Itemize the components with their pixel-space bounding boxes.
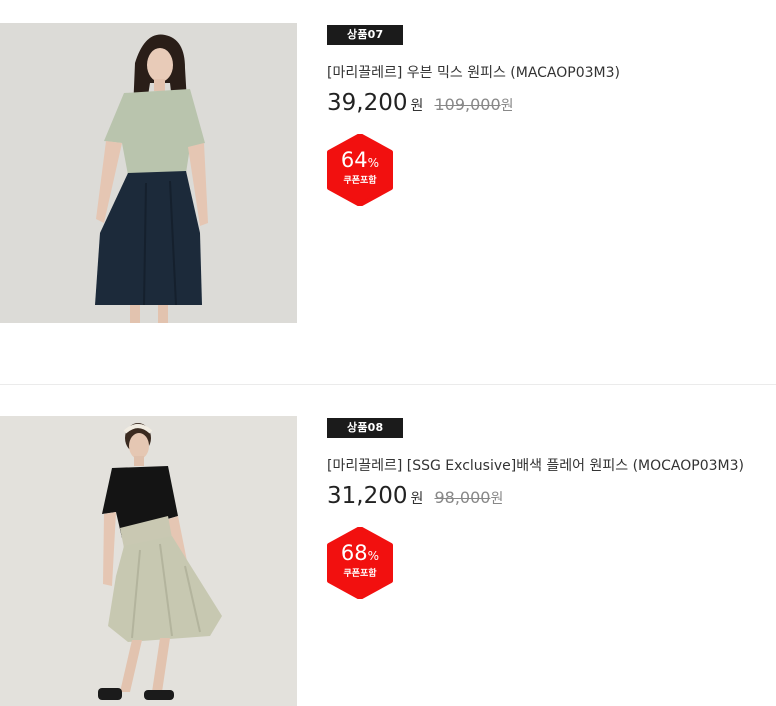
product-card: 상품07 [마리끌레르] 우븐 믹스 원피스 (MACAOP03M3) 39,2… (0, 0, 776, 384)
original-price-currency: 원 (500, 98, 514, 114)
product-title-link[interactable]: [마리끌레르] 우븐 믹스 원피스 (MACAOP03M3) (327, 62, 757, 84)
product-list: 상품07 [마리끌레르] 우븐 믹스 원피스 (MACAOP03M3) 39,2… (0, 0, 776, 706)
discount-value: 64 (340, 148, 368, 172)
product-card: 상품08 [마리끌레르] [SSG Exclusive]배색 플레어 원피스 (… (0, 385, 776, 706)
discount-rate: 64% (327, 148, 393, 175)
product-info: 상품07 [마리끌레르] 우븐 믹스 원피스 (MACAOP03M3) 39,2… (327, 23, 757, 206)
price-row: 31,200 원 98,000원 (327, 483, 757, 513)
sale-price: 31,200 (327, 483, 408, 509)
product-number-tag: 상품08 (327, 418, 404, 438)
product-image[interactable] (0, 416, 297, 706)
product-title-link[interactable]: [마리끌레르] [SSG Exclusive]배색 플레어 원피스 (MOCAO… (327, 455, 757, 477)
coupon-included-label: 쿠폰포함 (343, 569, 377, 579)
product-info: 상품08 [마리끌레르] [SSG Exclusive]배색 플레어 원피스 (… (327, 416, 757, 599)
coupon-included-label: 쿠폰포함 (343, 176, 377, 186)
discount-value: 68 (340, 541, 368, 565)
price-row: 39,200 원 109,000원 (327, 90, 757, 120)
sale-price: 39,200 (327, 90, 408, 116)
original-price: 98,000원 (434, 488, 504, 507)
product-image[interactable] (0, 23, 297, 323)
original-price: 109,000원 (434, 95, 514, 114)
discount-sign: % (367, 549, 380, 563)
sale-price-currency: 원 (410, 491, 424, 507)
discount-sign: % (367, 156, 380, 170)
discount-badge: 68% 쿠폰포함 (327, 527, 393, 599)
product-number-tag: 상품07 (327, 25, 404, 45)
discount-rate: 68% (327, 541, 393, 568)
discount-badge: 64% 쿠폰포함 (327, 134, 393, 206)
original-price-currency: 원 (490, 491, 504, 507)
sale-price-currency: 원 (410, 98, 424, 114)
original-price-value: 98,000 (434, 488, 491, 507)
original-price-value: 109,000 (434, 95, 501, 114)
